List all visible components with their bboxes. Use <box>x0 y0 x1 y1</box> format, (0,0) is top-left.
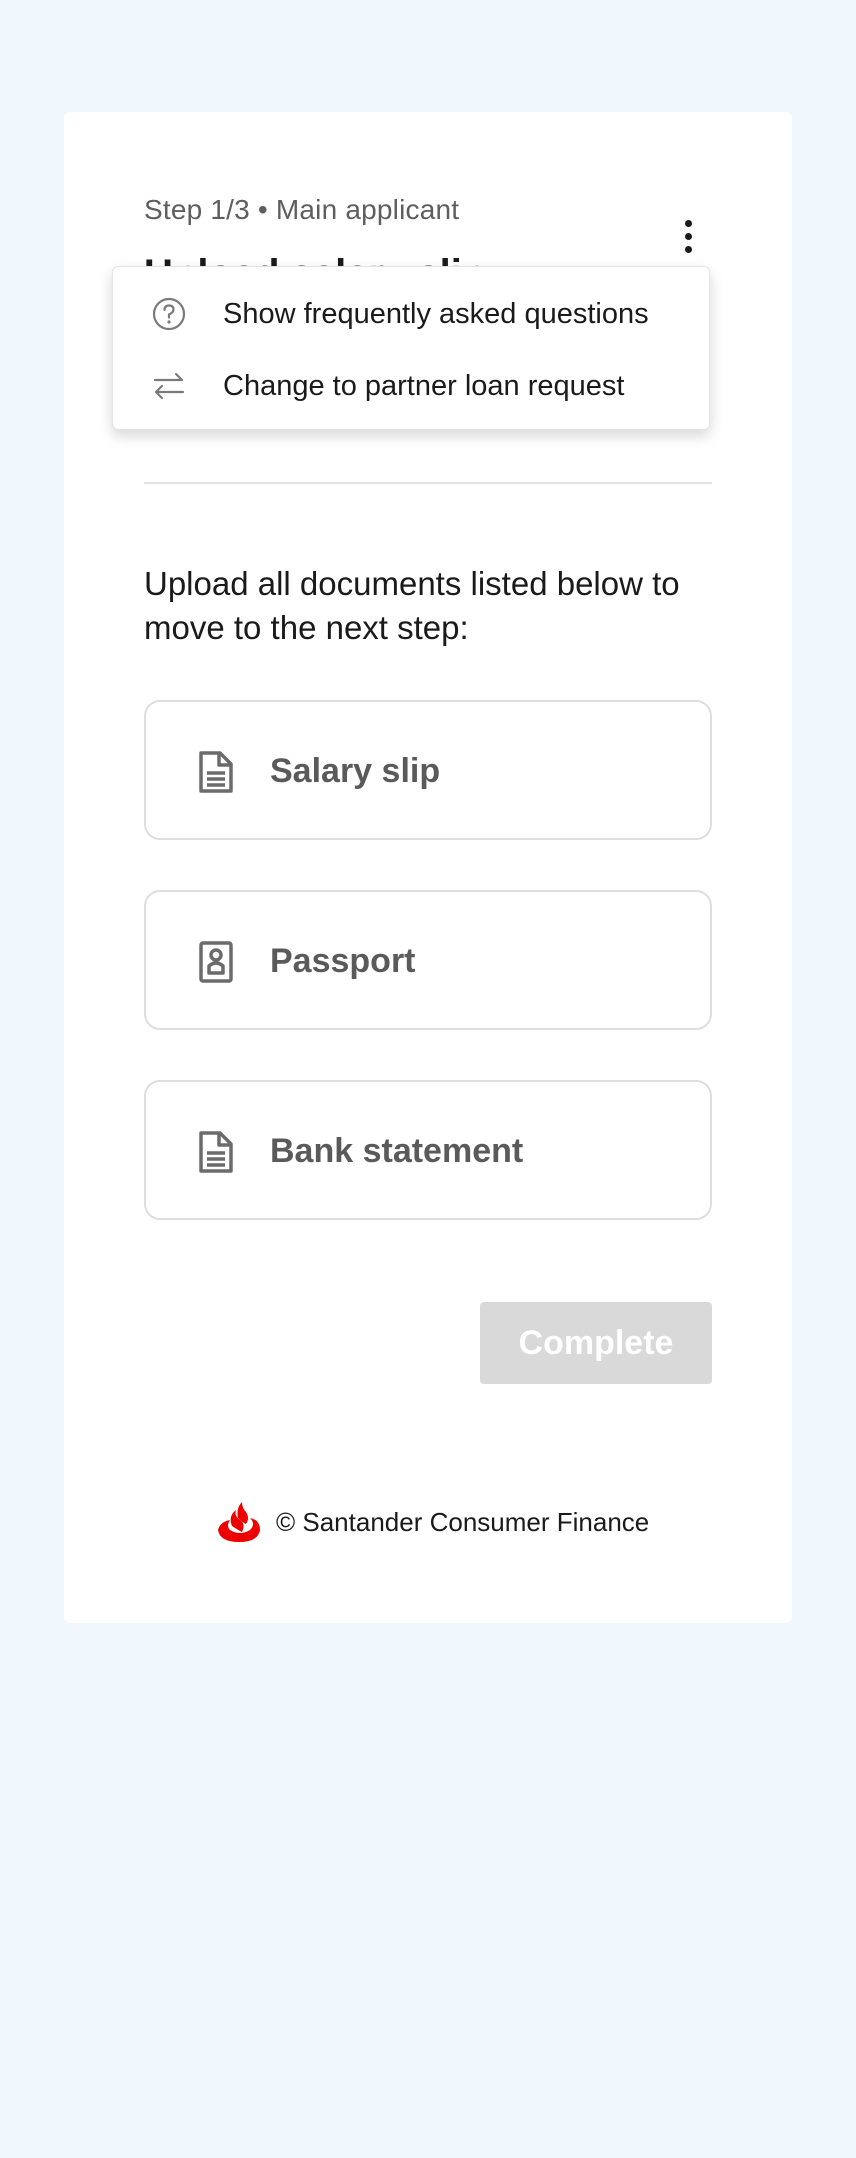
document-icon <box>199 751 233 793</box>
options-menu: Show frequently asked questions Change t… <box>112 266 710 430</box>
document-label: Salary slip <box>270 752 441 790</box>
document-icon <box>199 1131 233 1173</box>
intro-text: Upload all documents listed below to mov… <box>144 565 680 646</box>
document-label: Passport <box>270 942 416 980</box>
swap-arrows-icon <box>153 372 185 400</box>
document-salary-slip[interactable]: Salary slip <box>144 700 712 840</box>
document-passport[interactable]: Passport <box>144 890 712 1030</box>
copyright-text: © Santander Consumer Finance <box>276 1506 650 1537</box>
menu-item-partner-loan[interactable]: Change to partner loan request <box>113 350 711 422</box>
passport-icon <box>199 941 233 983</box>
help-circle-icon <box>152 297 186 331</box>
menu-item-faq[interactable]: Show frequently asked questions <box>113 278 711 350</box>
complete-button[interactable]: Complete <box>480 1302 712 1384</box>
santander-flame-logo <box>218 1502 260 1542</box>
footer: © Santander Consumer Finance <box>216 1498 649 1546</box>
document-label: Bank statement <box>270 1132 524 1170</box>
step-indicator: Step 1/3 • Main applicant <box>144 194 460 225</box>
menu-item-label: Show frequently asked questions <box>223 297 649 330</box>
document-bank-statement[interactable]: Bank statement <box>144 1080 712 1220</box>
divider <box>144 482 712 484</box>
menu-item-label: Change to partner loan request <box>223 369 625 402</box>
